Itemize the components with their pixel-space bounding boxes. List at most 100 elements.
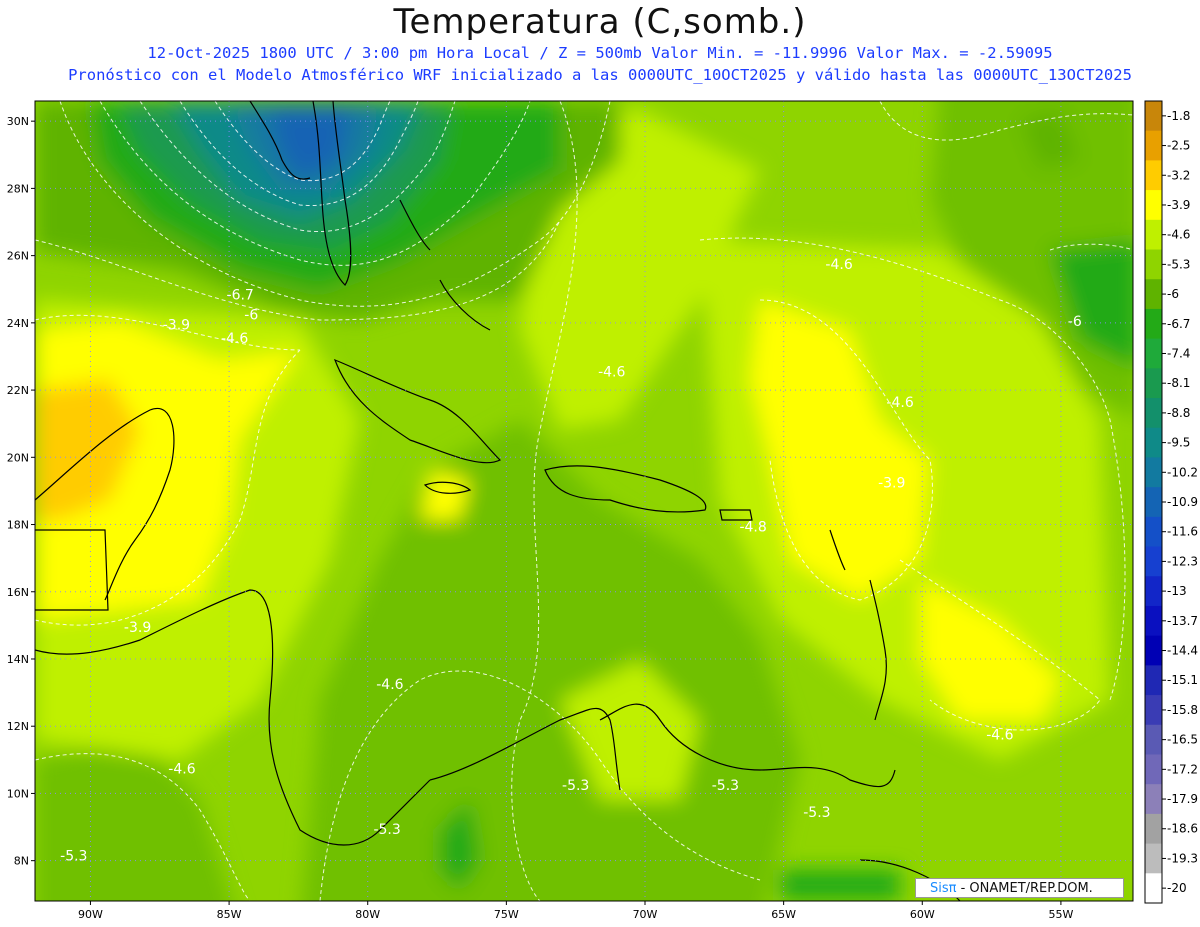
contour-label: -5.3 [562, 778, 589, 794]
colorbar-label: -6 [1167, 287, 1179, 301]
colorbar-label: -15.1 [1167, 673, 1198, 687]
colorbar-label: -9.5 [1167, 436, 1190, 450]
lon-tick-label: 85W [217, 908, 242, 921]
lon-tick-label: 70W [633, 908, 658, 921]
credit-box: Sisπ - ONAMET/REP.DOM. [915, 878, 1124, 898]
colorbar-label: -1.8 [1167, 109, 1190, 123]
contour-label: -6 [244, 307, 258, 323]
colorbar-swatch [1145, 427, 1162, 458]
colorbar-swatch [1145, 784, 1162, 815]
colorbar-swatch [1145, 724, 1162, 755]
lat-tick-label: 8N [14, 855, 29, 868]
contour-label: -5.3 [60, 849, 87, 865]
colorbar-swatch [1145, 190, 1162, 221]
latitude-axis: 30N 28N 26N 24N 22N 20N 18N 16N 14N 12N 10N 8N [7, 115, 35, 868]
lat-tick-label: 30N [7, 115, 29, 128]
colorbar-swatch [1145, 754, 1162, 785]
colorbar-swatch [1145, 160, 1162, 191]
colorbar-label: -13.7 [1167, 614, 1198, 628]
contour-label: -3.9 [124, 620, 151, 636]
lon-tick-label: 55W [1048, 908, 1073, 921]
colorbar-label: -5.3 [1167, 257, 1190, 271]
colorbar-label: -3.9 [1167, 198, 1190, 212]
colorbar-label: -10.9 [1167, 495, 1198, 509]
color-legend: -1.8 -2.5 -3.2 -3.9 -4.6 -5.3 -6 -6.7 -7.4 -8.1 -8… [1144, 100, 1198, 904]
contour-label: -4.6 [886, 395, 913, 411]
colorbar-label: -3.2 [1167, 168, 1190, 182]
colorbar-swatch [1145, 635, 1162, 666]
lat-tick-label: 26N [7, 250, 29, 263]
lat-tick-label: 18N [7, 519, 29, 532]
colorbar-label: -4.6 [1167, 228, 1190, 242]
colorbar-label: -14.4 [1167, 644, 1198, 658]
contour-label: -6 [1068, 314, 1082, 330]
contour-label: -3.9 [163, 318, 190, 334]
colorbar-swatch [1145, 813, 1162, 845]
colorbar-label: -6.7 [1167, 317, 1190, 331]
colorbar-swatch [1145, 398, 1162, 429]
lon-tick-label: 75W [494, 908, 519, 921]
lat-tick-label: 14N [7, 653, 29, 666]
lat-tick-label: 16N [7, 586, 29, 599]
colorbar-swatch [1145, 487, 1162, 518]
colorbar-label: -19.3 [1167, 851, 1198, 865]
colorbar-swatch [1145, 338, 1162, 369]
lat-tick-label: 22N [7, 384, 29, 397]
colorbar-label: -20 [1167, 881, 1187, 895]
colorbar-label: -18.6 [1167, 822, 1198, 836]
contour-label: -4.6 [598, 365, 625, 381]
colorbar-swatch [1145, 516, 1162, 548]
colorbar-label: -17.9 [1167, 792, 1198, 806]
colorbar-swatch [1145, 368, 1162, 399]
colorbar-label: -13 [1167, 584, 1187, 598]
colorbar-swatch [1145, 249, 1162, 280]
contour-label: -4.6 [986, 728, 1013, 744]
colorbar-swatch [1145, 457, 1162, 488]
contour-label: -4.6 [376, 677, 403, 693]
colorbar-swatch [1145, 576, 1162, 607]
colorbar-swatch [1145, 605, 1162, 637]
lon-tick-label: 65W [771, 908, 796, 921]
longitude-axis: 90W 85W 80W 75W 70W 65W 60W 55W [78, 901, 1073, 921]
lat-tick-label: 10N [7, 787, 29, 800]
colorbar-swatch [1145, 843, 1162, 874]
contour-label: -5.3 [712, 778, 739, 794]
sispi-brand: Sisπ [930, 881, 957, 896]
contour-label: -4.6 [221, 331, 248, 347]
colorbar-swatch [1145, 873, 1162, 904]
contour-label: -3.9 [878, 476, 905, 492]
lat-tick-label: 20N [7, 451, 29, 464]
colorbar-swatch [1145, 695, 1162, 726]
contour-label: -6.7 [227, 287, 254, 303]
colorbar-swatch [1145, 219, 1162, 251]
contour-label: -4.6 [825, 257, 852, 273]
colorbar-swatch [1145, 101, 1162, 132]
colorbar-label: -8.8 [1167, 406, 1190, 420]
credit-text: - ONAMET/REP.DOM. [956, 881, 1093, 896]
patch-venezuela [780, 870, 900, 900]
lon-tick-label: 60W [910, 908, 935, 921]
colorbar-swatch [1145, 546, 1162, 577]
colorbar-swatch [1145, 308, 1162, 340]
lat-tick-label: 12N [7, 720, 29, 733]
lat-tick-label: 24N [7, 317, 29, 330]
contour-label: -4.6 [168, 761, 195, 777]
colorbar-label: -12.3 [1167, 554, 1198, 568]
lon-tick-label: 90W [78, 908, 103, 921]
contour-label: -5.3 [803, 805, 830, 821]
contour-label: -5.3 [373, 822, 400, 838]
colorbar-label: -11.6 [1167, 525, 1198, 539]
colorbar-label: -2.5 [1167, 139, 1190, 153]
temperature-field: -6.7 -6 -3.9 -4.6 -4.6 -4.6 -6 -4.6 -3.9 -4.8 -3.9… [35, 101, 1133, 901]
colorbar-label: -8.1 [1167, 376, 1190, 390]
temperature-map: -6.7 -6 -3.9 -4.6 -4.6 -4.6 -6 -4.6 -3.9 -4.8 -3.9… [7, 100, 1198, 921]
colorbar-swatch [1145, 665, 1162, 696]
colorbar-label: -15.8 [1167, 703, 1198, 717]
colorbar-label: -10.2 [1167, 465, 1198, 479]
colorbar-label: -7.4 [1167, 346, 1190, 360]
colorbar-label: -17.2 [1167, 762, 1198, 776]
colorbar-swatch [1145, 130, 1162, 161]
contour-label: -4.8 [739, 519, 766, 535]
colorbar-label: -16.5 [1167, 733, 1198, 747]
lat-tick-label: 28N [7, 182, 29, 195]
